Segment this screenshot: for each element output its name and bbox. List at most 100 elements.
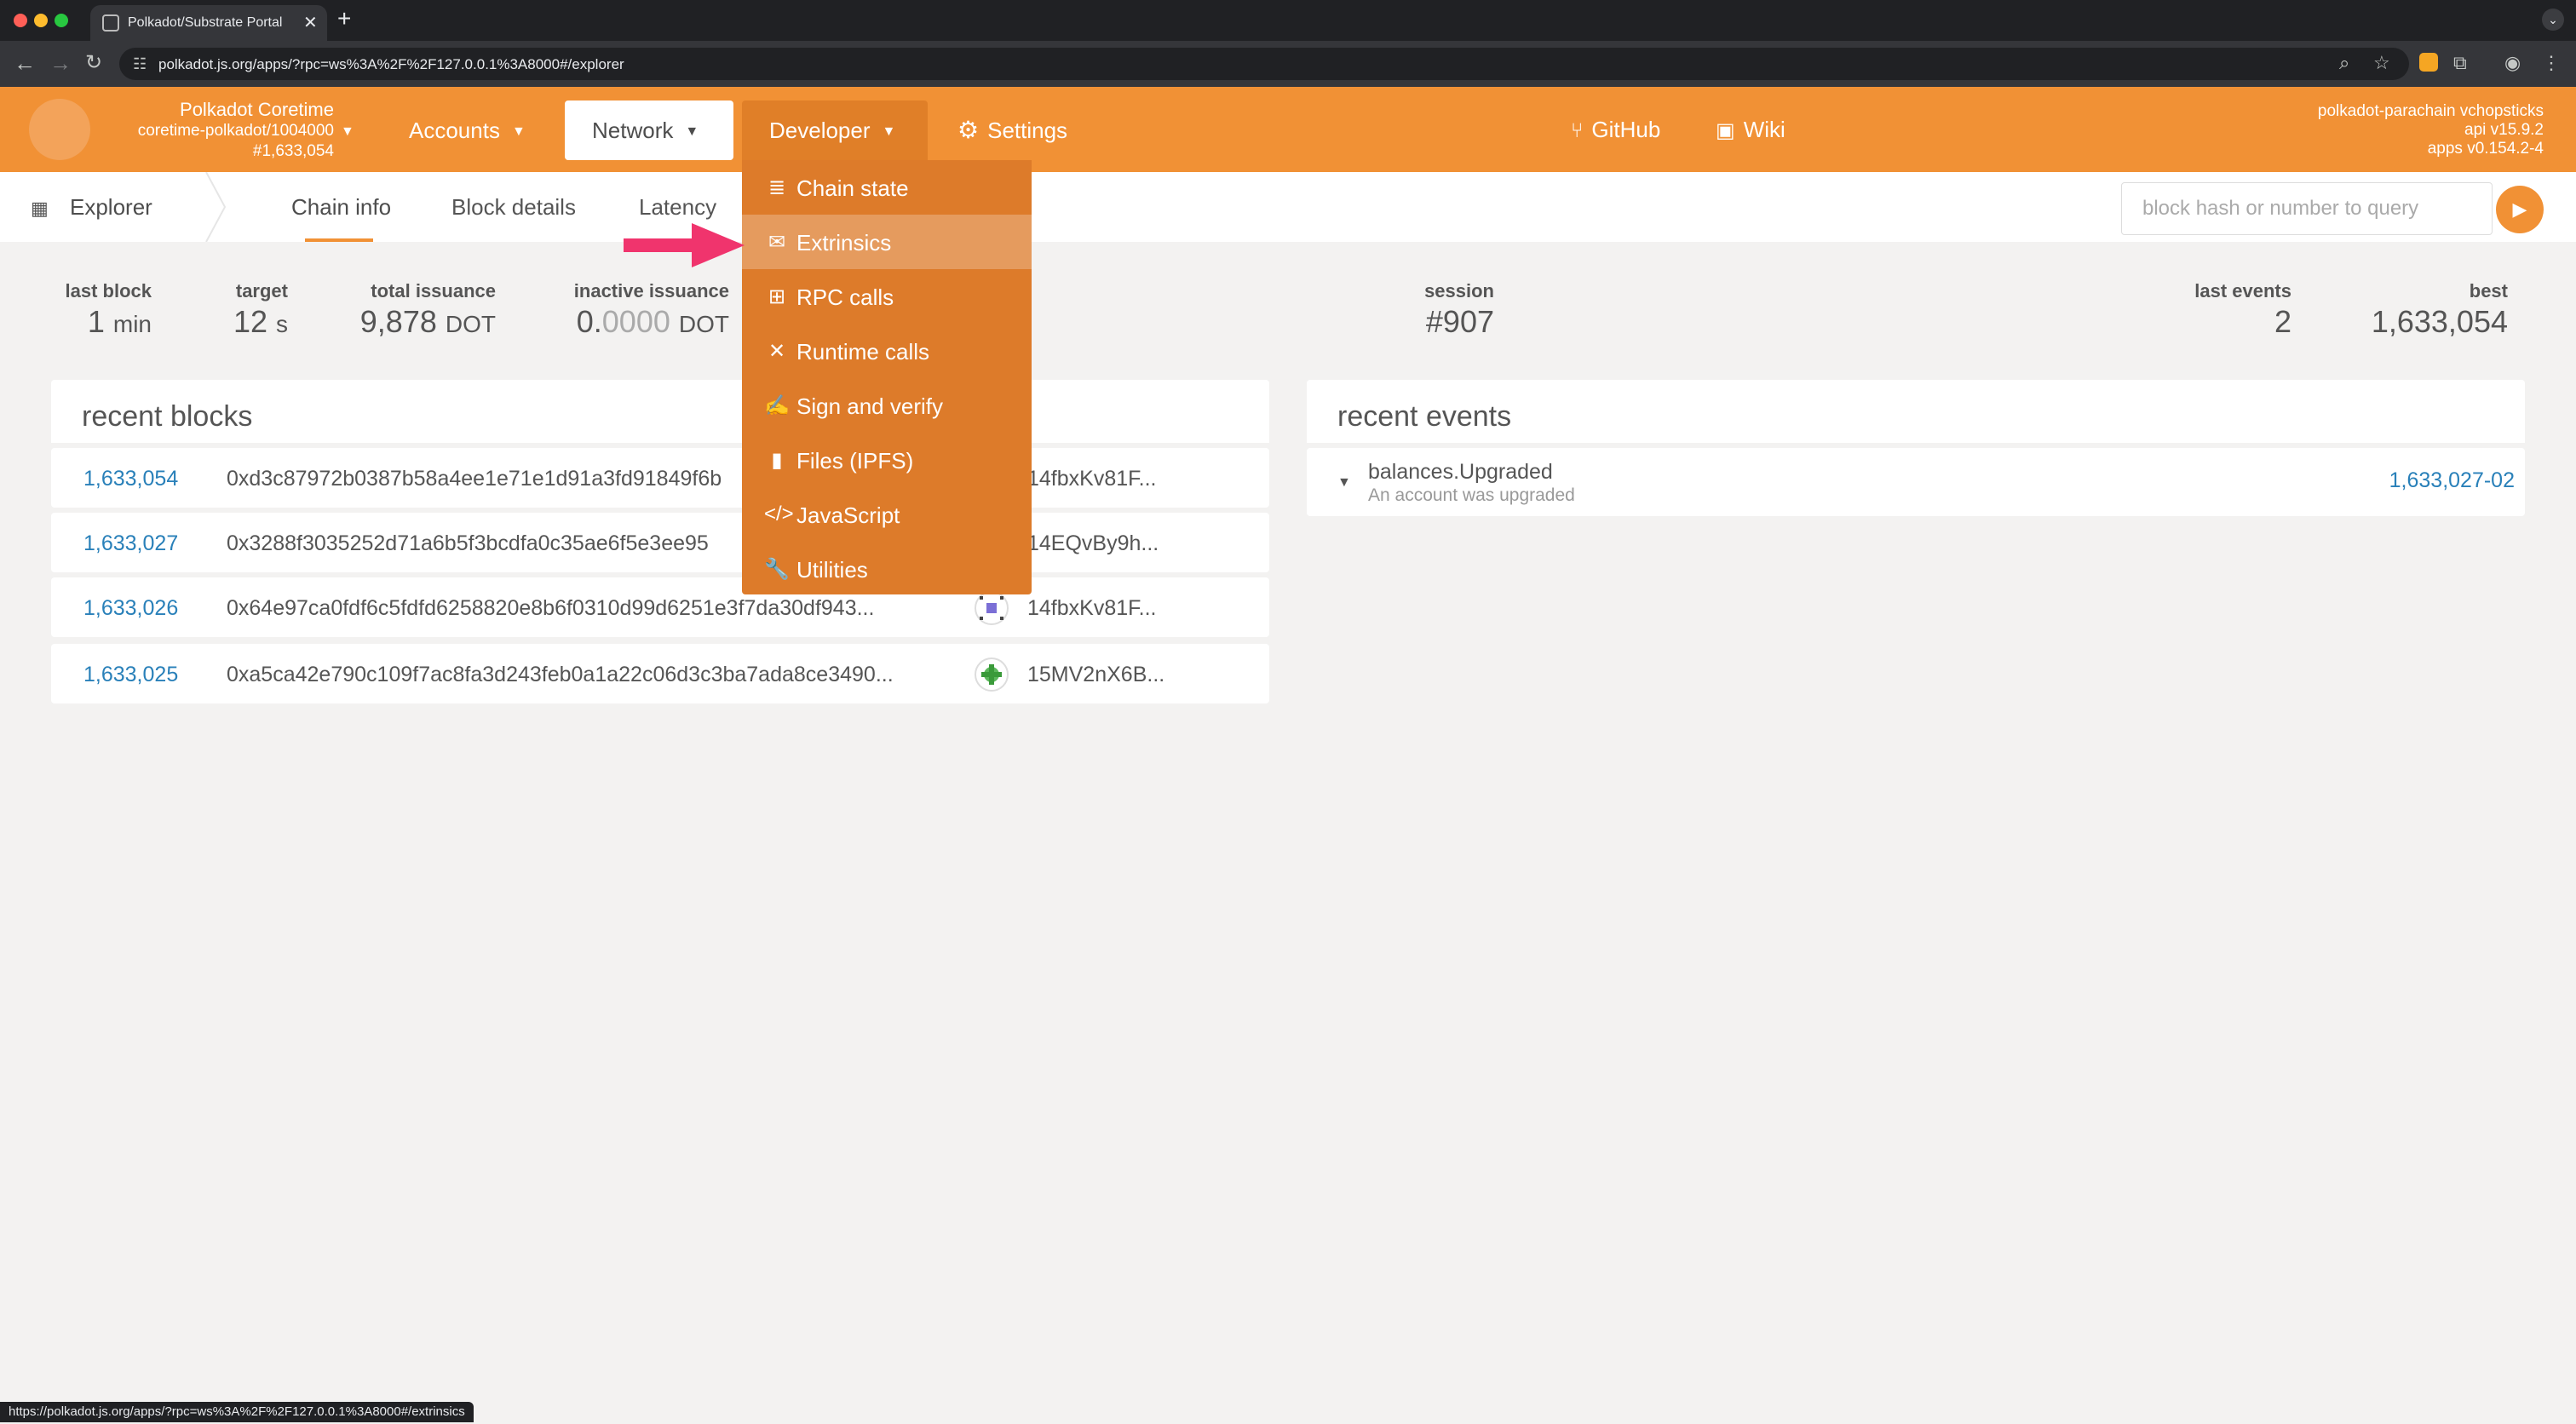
new-tab-icon[interactable]: +	[337, 7, 351, 31]
stat-label: session	[1424, 280, 1494, 301]
block-author[interactable]: 14EQvBy9h...	[1027, 531, 1159, 556]
block-number-link[interactable]: 1,633,025	[83, 663, 178, 687]
chain-selector[interactable]: Polkadot Coretime coretime-polkadot/1004…	[102, 99, 334, 162]
api-version: api v15.9.2	[2464, 121, 2544, 139]
table-row: 1,633,054 0xd3c87972b0387b58a4ee1e71e1d9…	[51, 448, 1269, 508]
menu-network[interactable]: Network ▼	[565, 100, 733, 160]
author-identicon[interactable]	[975, 657, 1009, 692]
dropdown-item-rpc-calls[interactable]: ⊞ RPC calls	[742, 269, 1032, 324]
block-hash: 0x64e97ca0fdf6c5fdfd6258820e8b6f0310d99d…	[227, 596, 875, 620]
url-field[interactable]: ☷ polkadot.js.org/apps/?rpc=ws%3A%2F%2F1…	[119, 48, 2409, 80]
dropdown-item-label: Extrinsics	[796, 230, 892, 256]
menu-accounts[interactable]: Accounts ▼	[382, 100, 553, 160]
section-explorer[interactable]: ▦ Explorer	[0, 172, 221, 242]
wiki-link[interactable]: ▣ Wiki	[1716, 117, 1785, 143]
block-number-link[interactable]: 1,633,054	[83, 467, 178, 491]
compress-icon: ✕	[768, 340, 786, 363]
browser-tab[interactable]: Polkadot/Substrate Portal ✕	[90, 5, 327, 41]
close-tab-icon[interactable]: ✕	[303, 12, 318, 33]
tab-latency[interactable]: Latency	[639, 194, 716, 221]
code-branch-icon: ⑂	[1571, 119, 1584, 142]
app-header: Polkadot Coretime coretime-polkadot/1004…	[0, 87, 2576, 172]
network-icon: ⊞	[768, 285, 786, 308]
stat-label: inactive issuance	[573, 280, 729, 301]
stat-label: target	[235, 280, 288, 301]
dropdown-item-label: RPC calls	[796, 284, 894, 310]
stat-value: 9,878	[359, 304, 437, 339]
bookmark-star-icon[interactable]: ☆	[2373, 53, 2390, 73]
dropdown-item-extrinsics[interactable]: ✉ Extrinsics	[742, 215, 1032, 269]
envelope-icon: ✉	[768, 231, 786, 254]
dropdown-item-files-ipfs[interactable]: ▮ Files (IPFS)	[742, 433, 1032, 487]
zoom-icon[interactable]: ⌕	[2339, 53, 2349, 73]
menu-settings[interactable]: ⚙ Settings	[930, 100, 1095, 160]
dropdown-item-utilities[interactable]: 🔧 Utilities	[742, 542, 1032, 596]
file-icon: ▮	[771, 449, 783, 472]
node-version: polkadot-parachain vchopsticks	[2317, 102, 2544, 120]
grid-icon: ▦	[31, 198, 49, 219]
stat-value: 12	[233, 304, 267, 339]
chevron-down-icon[interactable]: ▼	[341, 124, 354, 140]
extensions-puzzle-icon[interactable]: ⧉	[2453, 53, 2467, 73]
event-block-link[interactable]: 1,633,027-02	[2389, 468, 2515, 493]
tab-search-icon[interactable]: ⌄	[2542, 9, 2564, 31]
chevron-down-icon[interactable]: ▼	[1337, 475, 1351, 491]
dropdown-item-runtime-calls[interactable]: ✕ Runtime calls	[742, 324, 1032, 378]
tab-block-details[interactable]: Block details	[451, 194, 576, 221]
block-author[interactable]: 15MV2nX6B...	[1027, 663, 1164, 687]
section-label: Explorer	[70, 194, 152, 220]
menu-developer-label: Developer	[769, 118, 871, 143]
stat-target: target 12 s	[233, 279, 288, 343]
chain-logo[interactable]	[29, 99, 90, 160]
stat-inactive-issuance: inactive issuance 0.0000 DOT	[574, 279, 729, 343]
block-query-input[interactable]	[2121, 182, 2493, 235]
back-icon[interactable]: ←	[14, 51, 36, 75]
tab-chain-info[interactable]: Chain info	[291, 194, 391, 221]
menu-settings-label: Settings	[987, 118, 1068, 143]
stat-unit: s	[276, 311, 288, 337]
author-identicon[interactable]	[975, 591, 1009, 625]
stat-last-block: last block 1 min	[66, 279, 152, 343]
stat-unit: DOT	[445, 311, 496, 337]
version-info: polkadot-parachain vchopsticks api v15.9…	[2318, 102, 2544, 158]
browser-address-bar: ← → ↻ ☷ polkadot.js.org/apps/?rpc=ws%3A%…	[0, 41, 2576, 87]
chain-block: #1,633,054	[252, 142, 334, 160]
maximize-window-button[interactable]	[55, 14, 68, 27]
wrench-icon: 🔧	[764, 558, 790, 581]
browser-tab-bar: Polkadot/Substrate Portal ✕ + ⌄	[0, 0, 2576, 41]
play-icon[interactable]: ▶	[2496, 186, 2544, 233]
menu-developer[interactable]: Developer ▼	[742, 100, 928, 160]
section-divider	[205, 172, 227, 242]
recent-blocks-header: recent blocks	[51, 380, 1269, 443]
table-row: 1,633,027 0x3288f3035252d71a6b5f3bcdfa0c…	[51, 513, 1269, 572]
github-link[interactable]: ⑂ GitHub	[1571, 117, 1660, 143]
minimize-window-button[interactable]	[34, 14, 48, 27]
profile-icon[interactable]: ◉	[2504, 53, 2521, 73]
event-row[interactable]: ▼ balances.Upgraded An account was upgra…	[1307, 448, 2525, 516]
github-label: GitHub	[1591, 117, 1661, 142]
block-author[interactable]: 14fbxKv81F...	[1027, 467, 1156, 491]
event-description: An account was upgraded	[1368, 485, 1575, 505]
gears-icon: ⚙	[957, 117, 980, 143]
stat-session: session #907	[1424, 279, 1494, 341]
stat-unit: DOT	[678, 311, 729, 337]
menu-accounts-label: Accounts	[409, 118, 500, 143]
stat-label: last events	[2194, 280, 2291, 301]
extension-icon[interactable]	[2419, 53, 2438, 72]
dropdown-item-javascript[interactable]: </> JavaScript	[742, 487, 1032, 542]
chevron-down-icon: ▼	[882, 124, 896, 140]
dropdown-item-chain-state[interactable]: ≣ Chain state	[742, 160, 1032, 215]
stat-total-issuance: total issuance 9,878 DOT	[360, 279, 496, 343]
reload-icon[interactable]: ↻	[85, 51, 102, 75]
active-tab-indicator	[305, 238, 373, 242]
block-number-link[interactable]: 1,633,027	[83, 531, 178, 556]
dropdown-item-label: Sign and verify	[796, 393, 943, 419]
block-author[interactable]: 14fbxKv81F...	[1027, 596, 1156, 621]
close-window-button[interactable]	[14, 14, 27, 27]
dropdown-item-sign-and-verify[interactable]: ✍ Sign and verify	[742, 378, 1032, 433]
site-info-icon[interactable]: ☷	[133, 55, 147, 73]
block-number-link[interactable]: 1,633,026	[83, 596, 178, 621]
browser-menu-icon[interactable]: ⋮	[2542, 53, 2561, 73]
tab-title: Polkadot/Substrate Portal	[128, 15, 283, 30]
forward-icon[interactable]: →	[49, 51, 72, 75]
